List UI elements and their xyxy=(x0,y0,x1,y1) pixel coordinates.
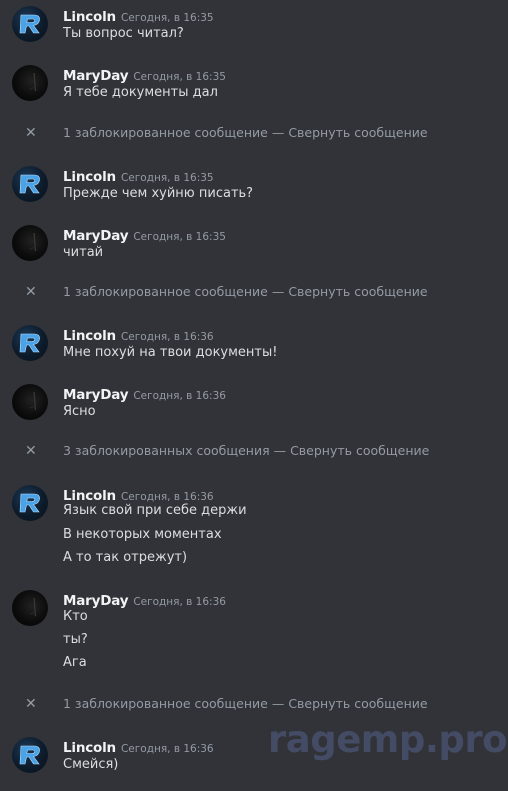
blocked-message-text: 1 заблокированное сообщение — Свернуть с… xyxy=(63,284,428,299)
chat-messages: Lincoln Сегодня, в 16:35 Ты вопрос читал?… xyxy=(0,0,508,791)
blocked-separator: — xyxy=(267,284,289,299)
message-header: Lincoln Сегодня, в 16:35 xyxy=(63,6,214,25)
message-text: Ты вопрос читал? xyxy=(63,26,184,41)
blocked-message-notice: ✕ 1 заблокированное сообщение — Свернуть… xyxy=(0,277,508,307)
message-text: Ясно xyxy=(63,404,96,419)
message-group: MaryDay Сегодня, в 16:36 Ясно xyxy=(0,380,508,430)
blocked-separator: — xyxy=(269,443,291,458)
avatar-maryday[interactable] xyxy=(12,590,48,626)
blocked-message-notice: ✕ 1 заблокированное сообщение — Свернуть… xyxy=(0,689,508,719)
photo-icon xyxy=(29,232,37,252)
blocked-count: 1 заблокированное сообщение xyxy=(63,696,268,711)
author-name[interactable]: Lincoln xyxy=(63,328,116,344)
message-header: Lincoln Сегодня, в 16:36 xyxy=(63,325,214,344)
message-text: Смейся) xyxy=(63,757,119,772)
timestamp: Сегодня, в 16:35 xyxy=(120,172,214,184)
r-logo-icon xyxy=(19,333,40,353)
blocked-message-text: 1 заблокированное сообщение — Свернуть с… xyxy=(63,696,428,711)
avatar-lincoln[interactable] xyxy=(12,166,48,202)
message-header: Lincoln Сегодня, в 16:36 xyxy=(63,485,214,504)
blocked-message-notice: ✕ 1 заблокированное сообщение — Свернуть… xyxy=(0,118,508,148)
author-name[interactable]: Lincoln xyxy=(63,169,116,185)
message-group: Lincoln Сегодня, в 16:36 Мне похуй на тво… xyxy=(0,321,508,371)
message-text: Прежде чем хуйню писать? xyxy=(63,186,254,201)
r-logo-icon xyxy=(19,745,40,765)
blocked-separator: — xyxy=(267,696,289,711)
message-group: Lincoln Сегодня, в 16:35 Прежде чем хуйню… xyxy=(0,162,508,212)
blocked-message-text: 3 заблокированных сообщения — Свернуть с… xyxy=(63,443,429,458)
avatar-lincoln[interactable] xyxy=(12,6,48,42)
message-group: Lincoln Сегодня, в 16:36 Язык свой при се… xyxy=(0,481,508,577)
collapse-message-link[interactable]: Свернуть сообщение xyxy=(288,284,427,299)
message-text: ты? xyxy=(63,632,88,647)
message-text: Ага xyxy=(63,655,87,670)
blocked-separator: — xyxy=(267,125,289,140)
r-logo-icon xyxy=(19,493,40,513)
author-name[interactable]: MaryDay xyxy=(63,387,129,403)
avatar-lincoln[interactable] xyxy=(12,325,48,361)
close-icon[interactable]: ✕ xyxy=(25,696,37,712)
collapse-message-link[interactable]: Свернуть сообщение xyxy=(290,443,429,458)
blocked-count: 1 заблокированное сообщение xyxy=(63,284,268,299)
author-name[interactable]: Lincoln xyxy=(63,488,116,504)
message-group: Lincoln Сегодня, в 16:35 Ты вопрос читал? xyxy=(0,2,508,52)
collapse-message-link[interactable]: Свернуть сообщение xyxy=(288,125,427,140)
message-header: Lincoln Сегодня, в 16:36 xyxy=(63,737,214,756)
message-group: MaryDay Сегодня, в 16:35 Я тебе документы… xyxy=(0,61,508,111)
avatar-maryday[interactable] xyxy=(12,225,48,261)
timestamp: Сегодня, в 16:36 xyxy=(120,743,214,755)
timestamp: Сегодня, в 16:36 xyxy=(133,390,226,402)
message-text: Я тебе документы дал xyxy=(63,85,218,100)
watermark: ragemp.pro xyxy=(268,718,508,761)
timestamp: Сегодня, в 16:36 xyxy=(133,596,226,608)
photo-icon xyxy=(29,72,37,92)
timestamp: Сегодня, в 16:36 xyxy=(120,331,214,343)
message-text: читай xyxy=(63,245,104,260)
timestamp: Сегодня, в 16:35 xyxy=(120,12,214,24)
blocked-count: 1 заблокированное сообщение xyxy=(63,125,268,140)
message-text: Мне похуй на твои документы! xyxy=(63,345,278,360)
message-header: MaryDay Сегодня, в 16:35 xyxy=(63,225,226,244)
r-logo-icon xyxy=(19,14,40,34)
message-header: MaryDay Сегодня, в 16:36 xyxy=(63,590,226,609)
r-logo-icon xyxy=(19,174,40,194)
avatar-maryday[interactable] xyxy=(12,65,48,101)
close-icon[interactable]: ✕ xyxy=(25,125,37,141)
blocked-message-text: 1 заблокированное сообщение — Свернуть с… xyxy=(63,125,428,140)
message-text: Кто xyxy=(63,609,88,624)
close-icon[interactable]: ✕ xyxy=(25,443,37,459)
author-name[interactable]: Lincoln xyxy=(63,740,116,756)
blocked-message-notice: ✕ 3 заблокированных сообщения — Свернуть… xyxy=(0,436,508,466)
message-header: MaryDay Сегодня, в 16:35 xyxy=(63,65,226,84)
message-text: В некоторых моментах xyxy=(63,527,222,542)
message-group: MaryDay Сегодня, в 16:35 читай xyxy=(0,221,508,271)
message-header: Lincoln Сегодня, в 16:35 xyxy=(63,166,214,185)
collapse-message-link[interactable]: Свернуть сообщение xyxy=(288,696,427,711)
avatar-maryday[interactable] xyxy=(12,384,48,420)
message-text: Язык свой при себе держи xyxy=(63,503,247,518)
avatar-lincoln[interactable] xyxy=(12,485,48,521)
avatar-lincoln[interactable] xyxy=(12,737,48,773)
author-name[interactable]: MaryDay xyxy=(63,68,129,84)
close-icon[interactable]: ✕ xyxy=(25,284,37,300)
timestamp: Сегодня, в 16:36 xyxy=(120,491,214,503)
author-name[interactable]: MaryDay xyxy=(63,228,129,244)
message-header: MaryDay Сегодня, в 16:36 xyxy=(63,384,226,403)
author-name[interactable]: Lincoln xyxy=(63,9,116,25)
message-text: А то так отрежут) xyxy=(63,550,188,565)
author-name[interactable]: MaryDay xyxy=(63,593,129,609)
blocked-count: 3 заблокированных сообщения xyxy=(63,443,270,458)
photo-icon xyxy=(29,597,37,617)
message-group: MaryDay Сегодня, в 16:36 Кто ты? Ага xyxy=(0,586,508,682)
photo-icon xyxy=(29,391,37,411)
timestamp: Сегодня, в 16:35 xyxy=(133,231,226,243)
timestamp: Сегодня, в 16:35 xyxy=(133,71,226,83)
